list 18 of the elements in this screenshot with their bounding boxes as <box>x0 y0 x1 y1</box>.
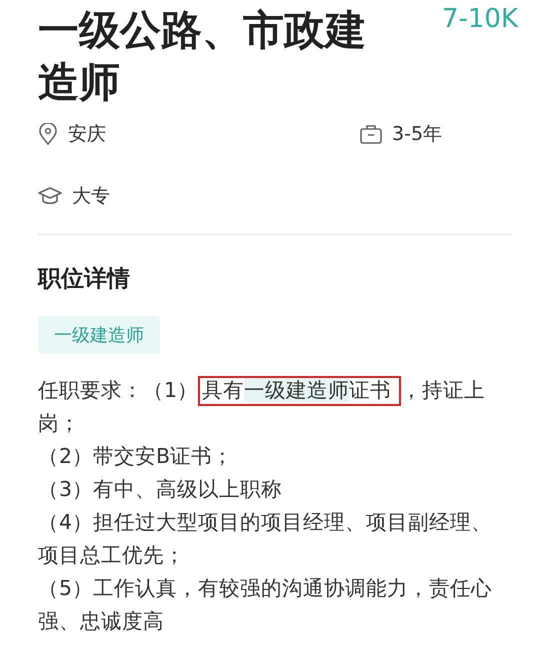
location-pin-icon <box>38 123 58 145</box>
meta-text: 安庆 <box>68 122 106 147</box>
requirement-text: （5）工作认真，有较强的沟通协调能力，责任心强、忠诚度高 <box>38 575 494 635</box>
job-title: 一级公路、市政建造师 <box>38 5 367 108</box>
section-heading: 职位详情 <box>38 265 131 294</box>
requirement-text: （2）带交安B证书； <box>38 443 234 470</box>
briefcase-icon <box>360 124 382 144</box>
skill-tag: 一级建造师 <box>38 316 160 354</box>
annotation-box: 具有一级建造师证书 <box>198 376 402 406</box>
graduation-cap-icon <box>38 186 62 206</box>
meta-text: 3-5年 <box>392 122 442 147</box>
requirement-text: （3）有中、高级以上职称 <box>38 476 284 503</box>
salary: 7-10K <box>442 4 518 34</box>
requirement-text: 任职要求：（1） <box>38 378 198 402</box>
requirement-text: ，持证上 <box>401 378 486 402</box>
requirement-text: 岗； <box>38 410 81 437</box>
requirement-text: （4）担任过大型项目的项目经理、项目副经理、项目总工优先； <box>38 509 494 569</box>
meta-text: 大专 <box>72 184 110 209</box>
